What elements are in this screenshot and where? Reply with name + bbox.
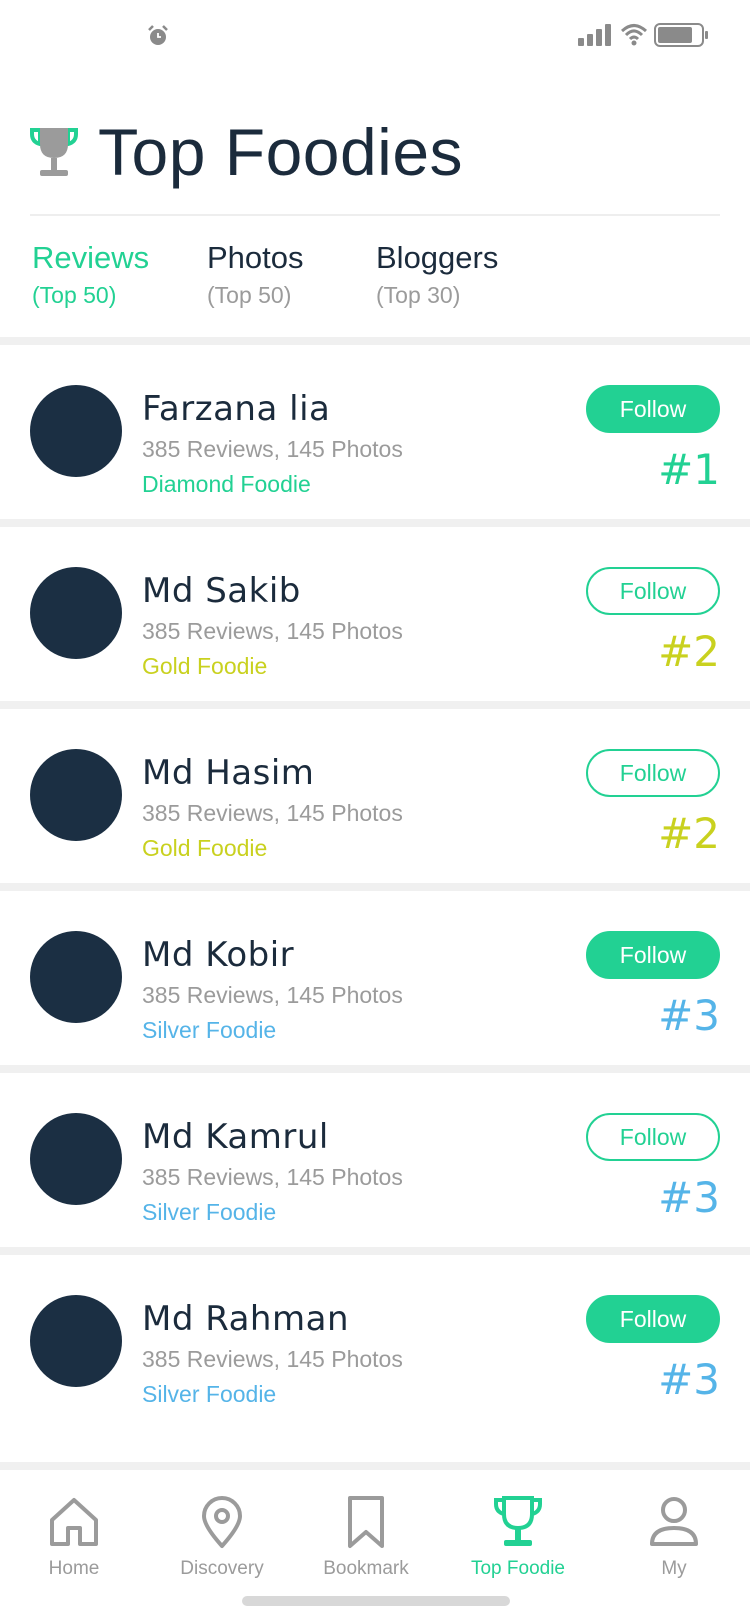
home-icon (50, 1498, 98, 1546)
tab-label: Photos (207, 240, 304, 275)
list-divider (0, 1247, 750, 1255)
list-divider (0, 883, 750, 891)
foodie-stats: 385 Reviews, 145 Photos (142, 618, 403, 644)
follow-button[interactable]: Follow (586, 385, 720, 433)
foodie-name: Md Hasim (142, 753, 315, 793)
nav-discovery[interactable]: Discovery (152, 1494, 292, 1594)
nav-label: Top Foodie (470, 1558, 565, 1579)
foodie-tier: Silver Foodie (142, 1199, 277, 1225)
cellular-signal-icon (578, 24, 611, 46)
list-divider (0, 337, 750, 345)
avatar[interactable] (30, 385, 122, 477)
foodie-tier: Gold Foodie (142, 653, 268, 679)
nav-label: Home (48, 1558, 100, 1579)
list-item[interactable]: Md Rahman 385 Reviews, 145 Photos Silver… (0, 1255, 750, 1429)
trophy-icon (494, 1496, 542, 1546)
follow-button[interactable]: Follow (586, 567, 720, 615)
user-icon (650, 1497, 698, 1546)
follow-button[interactable]: Follow (586, 1113, 720, 1161)
nav-label: My (661, 1558, 687, 1579)
list-divider (0, 519, 750, 527)
follow-button[interactable]: Follow (586, 931, 720, 979)
page-title: Top Foodies (98, 115, 464, 189)
nav-label: Discovery (180, 1558, 264, 1579)
status-bar (0, 0, 750, 70)
rank-label: #2 (658, 627, 720, 676)
tab-sublabel: (Top 50) (207, 282, 292, 308)
nav-my[interactable]: My (604, 1494, 744, 1594)
list-item[interactable]: Farzana lia 385 Reviews, 145 Photos Diam… (0, 345, 750, 519)
foodie-tier: Gold Foodie (142, 835, 268, 861)
nav-label: Bookmark (323, 1558, 409, 1579)
tab-bloggers[interactable]: Bloggers (Top 30) (376, 240, 498, 309)
rank-label: #3 (658, 1355, 720, 1404)
trophy-icon (30, 128, 78, 176)
bookmark-icon (348, 1496, 384, 1548)
list-item[interactable]: Md Hasim 385 Reviews, 145 Photos Gold Fo… (0, 709, 750, 883)
list-divider (0, 701, 750, 709)
category-tabs: Reviews (Top 50) Photos (Top 50) Blogger… (32, 240, 722, 320)
follow-button[interactable]: Follow (586, 749, 720, 797)
avatar[interactable] (30, 1295, 122, 1387)
list-item[interactable]: Md Sakib 385 Reviews, 145 Photos Gold Fo… (0, 527, 750, 701)
rank-label: #1 (658, 445, 720, 494)
tab-label: Bloggers (376, 240, 499, 275)
alarm-icon (148, 25, 168, 45)
tab-label: Reviews (32, 240, 150, 275)
foodie-name: Md Sakib (142, 571, 301, 611)
avatar[interactable] (30, 749, 122, 841)
rank-label: #2 (658, 809, 720, 858)
foodie-tier: Diamond Foodie (142, 471, 311, 497)
nav-top-foodie[interactable]: Top Foodie (448, 1494, 588, 1594)
battery-icon (654, 23, 708, 47)
foodie-stats: 385 Reviews, 145 Photos (142, 1346, 403, 1372)
foodie-stats: 385 Reviews, 145 Photos (142, 800, 403, 826)
foodie-stats: 385 Reviews, 145 Photos (142, 1164, 403, 1190)
home-indicator (242, 1596, 510, 1606)
nav-home[interactable]: Home (4, 1494, 144, 1594)
rank-label: #3 (658, 991, 720, 1040)
rank-label: #3 (658, 1173, 720, 1222)
tab-photos[interactable]: Photos (Top 50) (207, 240, 304, 309)
foodie-stats: 385 Reviews, 145 Photos (142, 982, 403, 1008)
location-pin-icon (202, 1496, 242, 1548)
page-header: Top Foodies (28, 112, 463, 192)
foodie-tier: Silver Foodie (142, 1017, 277, 1043)
wifi-icon (620, 24, 648, 46)
tab-sublabel: (Top 50) (32, 282, 117, 308)
tab-reviews[interactable]: Reviews (Top 50) (32, 240, 149, 309)
foodie-name: Md Kamrul (142, 1117, 329, 1157)
avatar[interactable] (30, 1113, 122, 1205)
foodie-list: Farzana lia 385 Reviews, 145 Photos Diam… (0, 337, 750, 1429)
list-divider (0, 1065, 750, 1073)
list-item[interactable]: Md Kamrul 385 Reviews, 145 Photos Silver… (0, 1073, 750, 1247)
list-item[interactable]: Md Kobir 385 Reviews, 145 Photos Silver … (0, 891, 750, 1065)
follow-button[interactable]: Follow (586, 1295, 720, 1343)
foodie-name: Md Kobir (142, 935, 295, 975)
header-divider (30, 214, 720, 216)
foodie-tier: Silver Foodie (142, 1381, 277, 1407)
nav-bookmark[interactable]: Bookmark (296, 1494, 436, 1594)
avatar[interactable] (30, 931, 122, 1023)
foodie-name: Farzana lia (142, 389, 331, 429)
tab-sublabel: (Top 30) (376, 282, 461, 308)
avatar[interactable] (30, 567, 122, 659)
foodie-stats: 385 Reviews, 145 Photos (142, 436, 403, 462)
foodie-name: Md Rahman (142, 1299, 349, 1339)
